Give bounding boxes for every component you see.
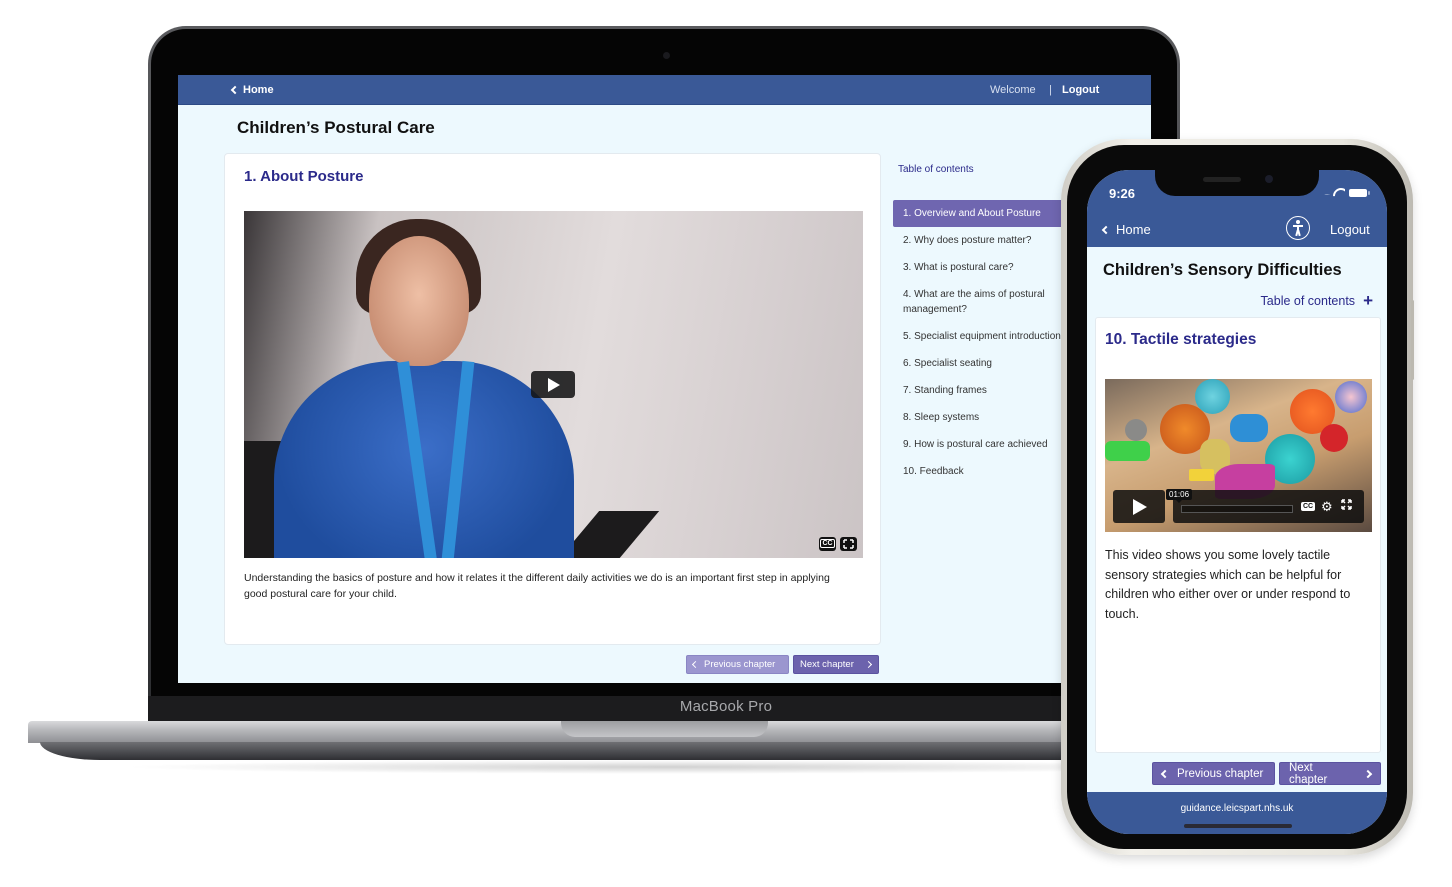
welcome-text: Welcome [990, 84, 1036, 96]
phone-speaker [1203, 177, 1241, 182]
nav-separator: | [1049, 84, 1052, 96]
signal-icon: .... [1324, 188, 1330, 197]
chapter-card: 1. About Posture CC Understanding the ba… [224, 153, 881, 645]
video-frame-toy [1230, 414, 1268, 442]
toc-item-aims[interactable]: 4. What are the aims of postural managem… [893, 281, 1073, 323]
phone-device: 9:26 .... Home Logout Children’s Sensory… [1061, 139, 1413, 855]
next-chapter-label: Next chapter [800, 659, 854, 670]
phone-side-button [1411, 300, 1414, 380]
previous-chapter-label: Previous chapter [1177, 767, 1264, 780]
play-button[interactable] [1113, 490, 1165, 523]
page-title: Children’s Postural Care [237, 118, 435, 137]
next-chapter-button[interactable]: Next chapter [793, 655, 879, 674]
laptop-device: Home Welcome | Logout Children’s Postura… [148, 26, 1180, 726]
video-time-tooltip: 01:06 [1166, 489, 1193, 503]
video-frame-person-head [369, 236, 469, 366]
gear-icon[interactable]: ⚙ [1321, 499, 1333, 515]
accessibility-icon [1293, 220, 1303, 237]
video-control-bar: CC ⚙ [1173, 490, 1364, 523]
home-link-label: Home [243, 84, 274, 96]
home-indicator [1184, 824, 1292, 828]
toc-toggle[interactable]: Table of contents + [1260, 291, 1373, 310]
phone-bezel: 9:26 .... Home Logout Children’s Sensory… [1067, 145, 1407, 849]
laptop-shadow [120, 760, 1220, 774]
video-frame-toy [1320, 424, 1348, 452]
video-player[interactable]: CC [244, 211, 863, 558]
play-button[interactable] [531, 371, 575, 398]
chevron-left-icon [230, 85, 240, 95]
chevron-left-icon [1160, 769, 1170, 778]
accessibility-button[interactable] [1286, 216, 1310, 240]
chapter-title: 10. Tactile strategies [1105, 331, 1257, 348]
laptop-bezel: Home Welcome | Logout Children’s Postura… [151, 29, 1177, 723]
chevron-left-icon [1101, 225, 1111, 234]
logout-link[interactable]: Logout [1062, 84, 1099, 96]
chapter-description: This video shows you some lovely tactile… [1105, 548, 1351, 621]
closed-captions-button[interactable]: CC [1301, 502, 1316, 511]
home-link[interactable]: Home [230, 84, 274, 96]
chapter-card: 10. Tactile strategies CC ⚙ 01:06 This v… [1095, 317, 1381, 753]
video-frame-toy [1195, 379, 1230, 414]
chapter-title: 1. About Posture [244, 168, 364, 185]
previous-chapter-button[interactable]: Previous chapter [1152, 762, 1275, 785]
fullscreen-icon [843, 539, 854, 549]
chevron-right-icon [1363, 769, 1373, 778]
home-link[interactable]: Home [1101, 222, 1151, 237]
phone-notch [1155, 170, 1319, 196]
video-player[interactable]: CC ⚙ 01:06 [1105, 379, 1372, 532]
chapter-description: Understanding the basics of posture and … [244, 572, 830, 600]
phone-camera [1265, 175, 1273, 183]
plus-icon: + [1363, 291, 1373, 310]
cc-icon: CC [820, 539, 835, 548]
status-time: 9:26 [1109, 186, 1136, 201]
toc-toggle-label: Table of contents [1260, 294, 1356, 308]
laptop-open-notch [561, 721, 768, 737]
wifi-icon [1333, 188, 1345, 197]
toc-item-overview[interactable]: 1. Overview and About Posture [893, 200, 1065, 227]
previous-chapter-label: Previous chapter [704, 659, 776, 670]
url-text: guidance.leicspart.nhs.uk [1180, 803, 1294, 814]
page-title: Children’s Sensory Difficulties [1103, 261, 1342, 279]
logout-link[interactable]: Logout [1330, 222, 1370, 237]
home-link-label: Home [1116, 222, 1151, 237]
video-frame-toy [1105, 441, 1150, 461]
closed-captions-button[interactable]: CC [819, 537, 836, 551]
phone-screen: 9:26 .... Home Logout Children’s Sensory… [1087, 170, 1387, 834]
browser-url-bar: guidance.leicspart.nhs.uk [1087, 792, 1387, 834]
toc-heading: Table of contents [898, 164, 974, 175]
video-progress-bar[interactable] [1181, 505, 1293, 513]
laptop-camera [663, 52, 670, 59]
chevron-left-icon [691, 660, 700, 669]
video-frame-toy [1189, 469, 1214, 481]
video-frame-toy [1125, 419, 1147, 441]
fullscreen-icon[interactable] [1341, 499, 1352, 513]
laptop-screen: Home Welcome | Logout Children’s Postura… [178, 75, 1151, 683]
battery-icon [1349, 188, 1370, 197]
fullscreen-button[interactable] [840, 537, 857, 551]
previous-chapter-button[interactable]: Previous chapter [686, 655, 789, 674]
top-nav-bar: Home Welcome | Logout [178, 75, 1151, 105]
next-chapter-label: Next chapter [1289, 761, 1328, 786]
status-icons: .... [1324, 188, 1370, 197]
video-frame-toy [1335, 381, 1367, 413]
chevron-right-icon [864, 660, 872, 669]
next-chapter-button[interactable]: Next chapter [1279, 761, 1381, 786]
